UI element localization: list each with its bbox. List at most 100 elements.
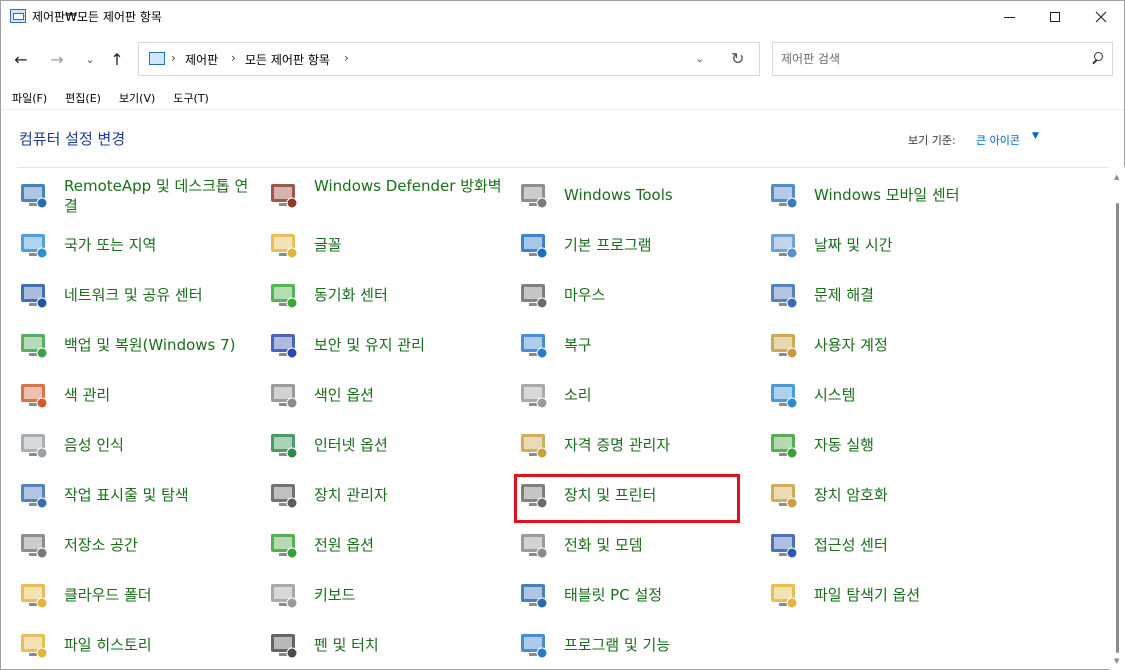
- caret-down-icon[interactable]: ▼: [1032, 131, 1039, 141]
- control-panel-item-label: 장치 암호화: [814, 486, 888, 504]
- sound-icon: [517, 378, 551, 412]
- control-panel-item[interactable]: 시스템: [767, 370, 1007, 420]
- control-panel-item[interactable]: 동기화 센터: [267, 270, 507, 320]
- device-encryption-icon: [767, 478, 801, 512]
- control-panel-item[interactable]: 파일 탐색기 옵션: [767, 570, 1007, 620]
- view-by-label: 보기 기준:: [908, 134, 956, 147]
- control-panel-item[interactable]: 자격 증명 관리자: [517, 420, 757, 470]
- control-panel-item[interactable]: 날짜 및 시간: [767, 220, 1007, 270]
- control-panel-item[interactable]: 사용자 계정: [767, 320, 1007, 370]
- default-programs-icon: [517, 228, 551, 262]
- file-history-icon: [17, 628, 51, 662]
- refresh-icon[interactable]: ↻: [731, 49, 744, 68]
- control-panel-item[interactable]: 자동 실행: [767, 420, 1007, 470]
- ease-of-access-icon: [767, 528, 801, 562]
- view-by-dropdown[interactable]: 큰 아이콘: [976, 132, 1020, 148]
- control-panel-item[interactable]: 글꼴: [267, 220, 507, 270]
- control-panel-item[interactable]: 펜 및 터치: [267, 620, 507, 670]
- control-panel-item[interactable]: 키보드: [267, 570, 507, 620]
- menu-edit[interactable]: 편집(E): [54, 87, 108, 109]
- search-icon[interactable]: [1091, 51, 1105, 67]
- tablet-pc-icon: [517, 578, 551, 612]
- control-panel-item[interactable]: 복구: [517, 320, 757, 370]
- date-time-icon: [767, 228, 801, 262]
- control-panel-item[interactable]: 소리: [517, 370, 757, 420]
- control-panel-item[interactable]: 전원 옵션: [267, 520, 507, 570]
- control-panel-item[interactable]: 저장소 공간: [17, 520, 257, 570]
- breadcrumb-control-panel[interactable]: 제어판: [185, 51, 218, 68]
- control-panel-item[interactable]: 프로그램 및 기능: [517, 620, 757, 670]
- control-panel-item[interactable]: 색 관리: [17, 370, 257, 420]
- control-panel-item[interactable]: 백업 및 복원(Windows 7): [17, 320, 257, 370]
- system-icon: [767, 378, 801, 412]
- control-panel-item-label: 기본 프로그램: [564, 236, 652, 254]
- mobility-center-icon: [767, 178, 801, 212]
- up-button[interactable]: ↑: [104, 45, 130, 73]
- control-panel-item[interactable]: 작업 표시줄 및 탐색: [17, 470, 257, 520]
- control-panel-item-label: 네트워크 및 공유 센터: [64, 286, 203, 304]
- control-panel-item[interactable]: Windows Tools: [517, 170, 757, 220]
- control-panel-item[interactable]: Windows 모바일 센터: [767, 170, 1007, 220]
- menu-tools[interactable]: 도구(T): [162, 87, 216, 109]
- recent-locations-button[interactable]: ⌄: [77, 45, 103, 73]
- control-panel-item[interactable]: 문제 해결: [767, 270, 1007, 320]
- control-panel-item-label: 작업 표시줄 및 탐색: [64, 486, 189, 504]
- menu-file[interactable]: 파일(F): [1, 87, 54, 109]
- title-bar[interactable]: 제어판₩모든 제어판 항목: [1, 1, 1124, 33]
- back-button[interactable]: ←: [8, 45, 34, 73]
- control-panel-item[interactable]: 국가 또는 지역: [17, 220, 257, 270]
- control-panel-item-label: Windows Defender 방화벽: [314, 177, 502, 195]
- control-panel-item-label: Windows 모바일 센터: [814, 186, 960, 204]
- fonts-icon: [267, 228, 301, 262]
- control-panel-item[interactable]: 전화 및 모뎀: [517, 520, 757, 570]
- control-panel-item-label: 파일 히스토리: [64, 636, 152, 654]
- control-panel-item[interactable]: 장치 암호화: [767, 470, 1007, 520]
- control-panel-item-label: 자동 실행: [814, 436, 874, 454]
- content-divider: [17, 167, 1112, 168]
- control-panel-item[interactable]: 인터넷 옵션: [267, 420, 507, 470]
- address-bar[interactable]: › 제어판 › 모든 제어판 항목 › ⌄ ↻: [138, 42, 760, 76]
- control-panel-item[interactable]: 태블릿 PC 설정: [517, 570, 757, 620]
- breadcrumb-all-items[interactable]: 모든 제어판 항목: [245, 51, 330, 68]
- control-panel-item[interactable]: Windows Defender 방화벽: [267, 170, 507, 220]
- address-dropdown-icon[interactable]: ⌄: [695, 52, 704, 65]
- menu-view[interactable]: 보기(V): [108, 87, 162, 109]
- control-panel-item-label: 마우스: [564, 286, 606, 304]
- control-panel-item-label: 음성 인식: [64, 436, 124, 454]
- search-box[interactable]: [772, 42, 1113, 76]
- control-panel-item-label: Windows Tools: [564, 186, 673, 204]
- troubleshooting-icon: [767, 278, 801, 312]
- control-panel-item[interactable]: 장치 및 프린터: [517, 470, 757, 520]
- control-panel-item[interactable]: 음성 인식: [17, 420, 257, 470]
- scroll-down-icon[interactable]: ▼: [1114, 657, 1119, 665]
- control-panel-item-label: 색 관리: [64, 386, 111, 404]
- chevron-down-icon: ⌄: [85, 52, 95, 66]
- control-panel-item[interactable]: 마우스: [517, 270, 757, 320]
- breadcrumb-separator-icon[interactable]: ›: [344, 51, 349, 65]
- security-flag-icon: [267, 328, 301, 362]
- breadcrumb-separator-icon[interactable]: ›: [231, 51, 236, 65]
- control-panel-item-label: 시스템: [814, 386, 856, 404]
- minimize-button[interactable]: [986, 1, 1032, 33]
- forward-button[interactable]: →: [44, 45, 70, 73]
- control-panel-item[interactable]: 클라우드 폴더: [17, 570, 257, 620]
- control-panel-item[interactable]: RemoteApp 및 데스크톱 연결: [17, 170, 257, 220]
- maximize-button[interactable]: [1032, 1, 1078, 33]
- close-button[interactable]: [1078, 1, 1124, 33]
- vertical-scrollbar[interactable]: ▲ ▼: [1109, 167, 1125, 670]
- search-input[interactable]: [781, 50, 1081, 68]
- control-panel-item[interactable]: 접근성 센터: [767, 520, 1007, 570]
- control-panel-item-label: 국가 또는 지역: [64, 236, 157, 254]
- control-panel-item[interactable]: 보안 및 유지 관리: [267, 320, 507, 370]
- control-panel-item-label: 자격 증명 관리자: [564, 436, 671, 454]
- control-panel-item-label: 날짜 및 시간: [814, 236, 893, 254]
- control-panel-item[interactable]: 네트워크 및 공유 센터: [17, 270, 257, 320]
- control-panel-item[interactable]: 색인 옵션: [267, 370, 507, 420]
- control-panel-item[interactable]: 기본 프로그램: [517, 220, 757, 270]
- control-panel-item-label: RemoteApp 및 데스크톱 연결: [64, 177, 249, 215]
- control-panel-item[interactable]: 파일 히스토리: [17, 620, 257, 670]
- control-panel-item[interactable]: 장치 관리자: [267, 470, 507, 520]
- programs-features-icon: [517, 628, 551, 662]
- scroll-up-icon[interactable]: ▲: [1114, 173, 1119, 181]
- scroll-thumb[interactable]: [1116, 203, 1119, 653]
